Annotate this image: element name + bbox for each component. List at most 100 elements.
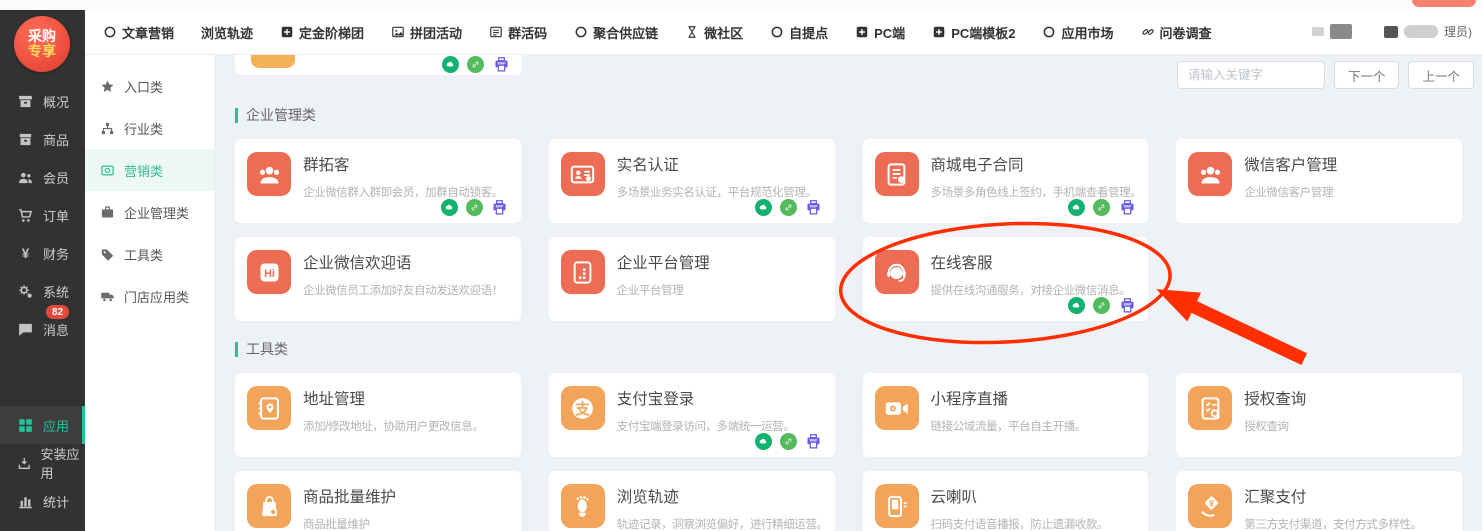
marketing-icon <box>100 163 115 178</box>
nav-item[interactable]: 浏览轨迹 <box>201 23 253 42</box>
circle-icon <box>1042 25 1056 39</box>
section-header: 企业管理类 <box>235 105 1462 125</box>
top-right-pill <box>1412 0 1476 7</box>
user-info[interactable]: 理员) <box>1312 23 1472 40</box>
category-item[interactable]: 门店应用类 <box>85 275 214 317</box>
category-item[interactable]: 工具类 <box>85 233 214 275</box>
sidebar-item-members[interactable]: 会员 <box>0 158 85 196</box>
app-card[interactable]: 支支付宝登录支付宝端登录访问，多端统一运营。WAP <box>549 373 835 457</box>
app-sidebar: 采购 专享 概况商品会员订单¥财务系统消息82 应用安装应用统计 <box>0 10 85 531</box>
category-item[interactable]: 入口类 <box>85 65 214 107</box>
platform-link-badge-icon[interactable] <box>780 433 797 450</box>
platform-wap-badge-icon[interactable]: WAP <box>805 433 823 450</box>
app-card[interactable]: Hi企业微信欢迎语企业微信员工添加好友自动发送欢迎语！ <box>235 237 521 321</box>
nav-item[interactable]: 应用市场 <box>1042 23 1113 42</box>
platform-wap-badge-icon[interactable]: WAP <box>1118 199 1136 216</box>
next-button[interactable]: 下一个 <box>1334 61 1400 89</box>
platform-link-badge-icon[interactable] <box>780 199 797 216</box>
nav-item[interactable]: 问卷调查 <box>1141 23 1212 42</box>
category-item[interactable]: 企业管理类 <box>85 191 214 233</box>
app-card[interactable]: 群拓客企业微信群入群即会员，加群自动锁客。WAP <box>235 139 521 223</box>
sidebar-item-overview[interactable]: 概况 <box>0 82 85 120</box>
card-grid: 群拓客企业微信群入群即会员，加群自动锁客。WAP 实名认证多场景业务实名认证，平台… <box>235 139 1462 321</box>
nav-item-label: 拼团活动 <box>410 23 462 42</box>
app-card-description: 多场景业务实名认证，平台规范化管理。 <box>617 184 823 200</box>
app-card[interactable]: 微信客户管理企业微信客户管理 <box>1176 139 1462 223</box>
footprint-icon <box>561 484 605 528</box>
platform-cloud-badge-icon[interactable] <box>442 56 459 73</box>
nav-item[interactable]: 拼团活动 <box>391 23 462 42</box>
nav-item-label: 微社区 <box>704 23 743 42</box>
nav-item[interactable]: 微社区 <box>685 23 743 42</box>
app-card-title: 云喇叭 <box>931 485 1137 507</box>
app-card[interactable]: 授权查询授权查询 <box>1176 373 1462 457</box>
nav-item[interactable]: 文章营销 <box>103 23 174 42</box>
category-item[interactable]: 营销类 <box>85 149 214 191</box>
platform-badges: WAP <box>1068 199 1136 216</box>
app-card[interactable]: 实名认证多场景业务实名认证，平台规范化管理。WAP <box>549 139 835 223</box>
card-grid: 地址管理添加/修改地址，协助用户更改信息。支支付宝登录支付宝端登录访问，多端统一… <box>235 373 1462 531</box>
platform-wap-badge-icon[interactable]: WAP <box>1118 297 1136 314</box>
circle-icon <box>574 25 588 39</box>
sidebar-item-orders[interactable]: 订单 <box>0 196 85 234</box>
platform-cloud-badge-icon[interactable] <box>441 199 458 216</box>
nav-item[interactable]: 聚合供应链 <box>574 23 658 42</box>
platform-badges: WAP <box>442 56 510 73</box>
platform-wap-badge-icon[interactable]: WAP <box>491 199 509 216</box>
app-card-description: 授权查询 <box>1244 418 1450 434</box>
sidebar-item-message[interactable]: 消息82 <box>0 310 85 348</box>
app-card[interactable]: ¥汇聚支付第三方支付渠道，支付方式多样性。WAP <box>1176 471 1462 531</box>
nav-item[interactable]: PC端 <box>855 23 905 42</box>
hourglass-icon <box>685 25 699 39</box>
platform-cloud-badge-icon[interactable] <box>755 433 772 450</box>
nav-item-label: 应用市场 <box>1061 23 1113 42</box>
platform-link-badge-icon[interactable] <box>467 56 484 73</box>
app-card[interactable]: 地址管理添加/修改地址，协助用户更改信息。 <box>235 373 521 457</box>
platform-badges: WAP <box>755 199 823 216</box>
nav-item[interactable]: 群活码 <box>489 23 547 42</box>
app-card[interactable]: 云喇叭扫码支付语音播报，防止遗漏收款。WAP <box>863 471 1149 531</box>
app-card[interactable]: 浏览轨迹轨迹记录，洞察浏览偏好，进行精细运营。 <box>549 471 835 531</box>
category-item-label: 门店应用类 <box>124 287 189 306</box>
svg-text:WAP: WAP <box>497 61 505 65</box>
platform-wap-badge-icon[interactable]: WAP <box>805 199 823 216</box>
app-card-title: 商品批量维护 <box>303 485 509 507</box>
sidebar-item-label: 财务 <box>43 244 69 263</box>
platform-link-badge-icon[interactable] <box>1093 199 1110 216</box>
category-item[interactable]: 行业类 <box>85 107 214 149</box>
platform-link-badge-icon[interactable] <box>466 199 483 216</box>
sidebar-item-apps[interactable]: 应用 <box>0 406 85 444</box>
user-info-redacted-block <box>1384 26 1398 38</box>
app-card[interactable]: 在线客服提供在线沟通服务，对接企业微信消息。WAP <box>863 237 1149 321</box>
top-nav-bar: 文章营销 浏览轨迹 定金阶梯团 拼团活动 群活码 聚合供应链 微社区 自提点 PC端 PC端模板2… <box>85 10 1482 55</box>
app-card[interactable]: 商城电子合同多场景多角色线上签约，手机端查看管理。WAP <box>863 139 1149 223</box>
app-card[interactable]: 商品批量维护商品批量维护 <box>235 471 521 531</box>
nav-item[interactable]: 自提点 <box>770 23 828 42</box>
partial-app-card[interactable]: WAP <box>235 55 522 75</box>
app-card-description: 添加/修改地址，协助用户更改信息。 <box>303 418 509 434</box>
sidebar-item-stats[interactable]: 统计 <box>0 482 85 520</box>
sidebar-item-goods[interactable]: 商品 <box>0 120 85 158</box>
platform-cloud-badge-icon[interactable] <box>1068 297 1085 314</box>
platform-wap-badge-icon[interactable]: WAP <box>492 56 510 73</box>
prev-button[interactable]: 上一个 <box>1408 61 1474 89</box>
platform-cloud-badge-icon[interactable] <box>1068 199 1085 216</box>
nav-item[interactable]: PC端模板2 <box>932 23 1015 42</box>
truck-icon <box>100 289 115 304</box>
sidebar-item-finance[interactable]: ¥ 财务 <box>0 234 85 272</box>
finance-icon: ¥ <box>17 245 34 262</box>
platform-badges: WAP <box>755 433 823 450</box>
image-icon <box>391 25 405 39</box>
sidebar-item-install[interactable]: 安装应用 <box>0 444 85 482</box>
industry-icon <box>100 121 115 136</box>
platform-link-badge-icon[interactable] <box>1093 297 1110 314</box>
platform-cloud-badge-icon[interactable] <box>755 199 772 216</box>
app-card-title: 授权查询 <box>1244 387 1450 409</box>
nav-item-label: PC端 <box>874 23 905 42</box>
app-card[interactable]: 小程序直播链接公域流量，平台自主开播。 <box>863 373 1149 457</box>
search-input[interactable] <box>1177 61 1325 89</box>
nav-item[interactable]: 定金阶梯团 <box>280 23 364 42</box>
app-card[interactable]: 企业平台管理企业平台管理 <box>549 237 835 321</box>
sidebar-item-system[interactable]: 系统 <box>0 272 85 310</box>
goods-icon <box>17 131 34 148</box>
